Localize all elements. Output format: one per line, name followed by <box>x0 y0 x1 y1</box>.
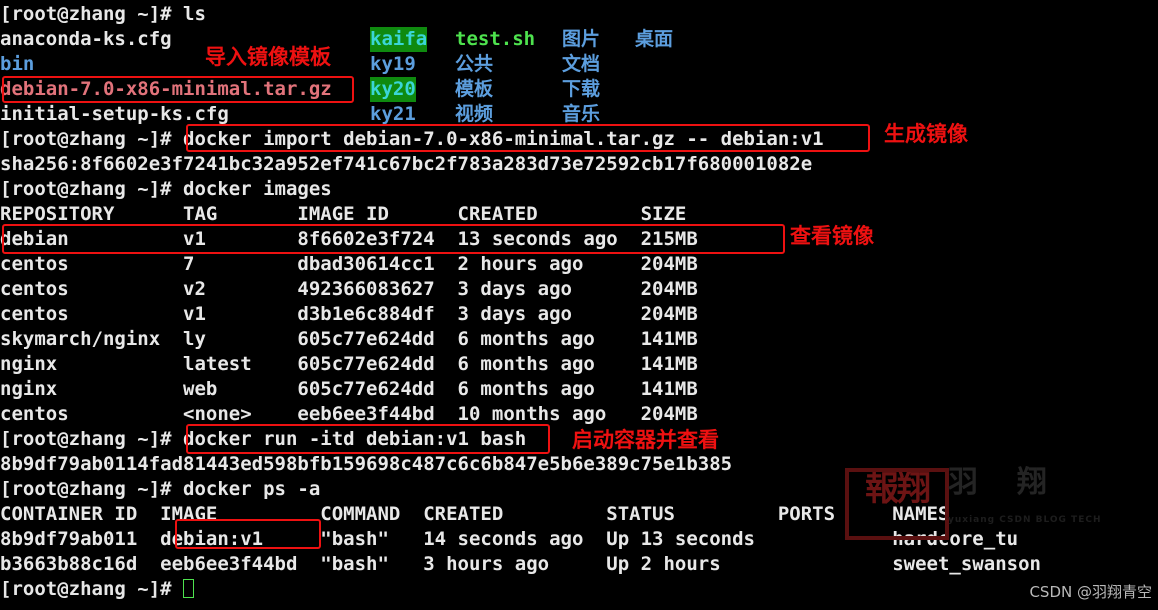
terminal-text: b3663b88c16d eeb6ee3f44bd "bash" 3 hours… <box>0 553 1041 575</box>
terminal-text: anaconda-ks.cfg <box>0 28 172 50</box>
annotation-label: 导入镜像模板 <box>205 45 331 69</box>
terminal-line: debian-7.0-x86-minimal.tar.gz <box>0 77 332 102</box>
ls-entry: 音乐 <box>562 103 601 125</box>
terminal-text: [root@zhang ~]# docker import debian-7.0… <box>0 128 824 150</box>
terminal-line: CONTAINER ID IMAGE COMMAND CREATED STATU… <box>0 502 949 527</box>
prompt-text: [root@zhang ~]# <box>0 578 184 600</box>
terminal-text: centos <none> eeb6ee3f44bd 10 months ago… <box>0 403 698 425</box>
terminal-line: debian v1 8f6602e3f724 13 seconds ago 21… <box>0 227 698 252</box>
terminal-text: [root@zhang ~]# docker run -itd debian:v… <box>0 428 527 450</box>
ls-entry: 图片 <box>562 28 601 50</box>
ls-entry: 桌面 <box>635 28 674 50</box>
terminal-text: initial-setup-ks.cfg <box>0 103 229 125</box>
terminal-line: [root@zhang ~]# docker run -itd debian:v… <box>0 427 526 452</box>
terminal-text: [root@zhang ~]# ls <box>0 3 206 25</box>
annotation-label: 启动容器并查看 <box>572 428 719 452</box>
terminal-text: debian v1 8f6602e3f724 13 seconds ago 21… <box>0 228 698 250</box>
terminal-line: sha256:8f6602e3f7241bc32a952ef741c67bc2f… <box>0 152 812 177</box>
terminal-text: debian-7.0-x86-minimal.tar.gz <box>0 78 332 100</box>
watermark-brand: 羽 翔 <box>948 465 1053 500</box>
annotation-label: 生成镜像 <box>884 122 968 146</box>
terminal-text: centos v1 d3b1e6c884df 3 days ago 204MB <box>0 303 698 325</box>
terminal-text: REPOSITORY TAG IMAGE ID CREATED SIZE <box>0 203 687 225</box>
terminal-line: [root@zhang ~]# docker images <box>0 177 332 202</box>
terminal-line: centos 7 dbad30614cc1 2 hours ago 204MB <box>0 252 698 277</box>
watermark-brand-subtitle: yuxiang CSDN BLOG TECH <box>948 515 1102 525</box>
ls-entry: 视频 <box>455 103 494 125</box>
terminal-line: nginx latest 605c77e624dd 6 months ago 1… <box>0 352 698 377</box>
terminal-text: 8b9df79ab0114fad81443ed598bfb159698c487c… <box>0 453 733 475</box>
terminal-text: bin <box>0 53 35 75</box>
text-cursor <box>183 579 195 598</box>
ls-entry: 公共 <box>455 53 494 75</box>
terminal-text: nginx latest 605c77e624dd 6 months ago 1… <box>0 353 698 375</box>
terminal-line: 8b9df79ab0114fad81443ed598bfb159698c487c… <box>0 452 732 477</box>
ls-entry: 文档 <box>562 53 601 75</box>
ls-entry: ky20 <box>370 77 416 102</box>
terminal-text: CONTAINER ID IMAGE COMMAND CREATED STATU… <box>0 503 950 525</box>
ls-entry: ky19 <box>370 53 416 75</box>
terminal-text: centos v2 492366083627 3 days ago 204MB <box>0 278 698 300</box>
terminal-line: bin <box>0 52 34 77</box>
annotation-label: 查看镜像 <box>790 224 874 248</box>
terminal-text: [root@zhang ~]# docker images <box>0 178 332 200</box>
terminal-text: [root@zhang ~]# docker ps -a <box>0 478 321 500</box>
terminal-line: REPOSITORY TAG IMAGE ID CREATED SIZE <box>0 202 686 227</box>
terminal-text: skymarch/nginx ly 605c77e624dd 6 months … <box>0 328 698 350</box>
terminal-line: skymarch/nginx ly 605c77e624dd 6 months … <box>0 327 698 352</box>
terminal-line: [root@zhang ~]# docker ps -a <box>0 477 320 502</box>
terminal-line: centos v2 492366083627 3 days ago 204MB <box>0 277 698 302</box>
terminal-text: sha256:8f6602e3f7241bc32a952ef741c67bc2f… <box>0 153 813 175</box>
ls-entry: kaifa <box>370 27 428 52</box>
terminal-line: b3663b88c16d eeb6ee3f44bd "bash" 3 hours… <box>0 552 1041 577</box>
ls-entry: 下载 <box>562 78 601 100</box>
shell-prompt-active[interactable]: [root@zhang ~]# <box>0 577 195 602</box>
terminal-line: [root@zhang ~]# docker import debian-7.0… <box>0 127 824 152</box>
seal-glyph: 報翔 <box>865 469 931 509</box>
terminal-text: nginx web 605c77e624dd 6 months ago 141M… <box>0 378 698 400</box>
terminal-line: centos v1 d3b1e6c884df 3 days ago 204MB <box>0 302 698 327</box>
terminal-line: initial-setup-ks.cfg <box>0 102 229 127</box>
terminal-line: nginx web 605c77e624dd 6 months ago 141M… <box>0 377 698 402</box>
ls-entry: ky21 <box>370 103 416 125</box>
terminal-line: anaconda-ks.cfg <box>0 27 172 52</box>
terminal-window[interactable]: [root@zhang ~]# ls anaconda-ks.cfg bin debi… <box>0 0 1158 610</box>
terminal-line: [root@zhang ~]# ls <box>0 2 206 27</box>
ls-entry: test.sh <box>455 28 536 50</box>
terminal-line: centos <none> eeb6ee3f44bd 10 months ago… <box>0 402 698 427</box>
terminal-text: centos 7 dbad30614cc1 2 hours ago 204MB <box>0 253 698 275</box>
ls-entry: 模板 <box>455 78 494 100</box>
csdn-attribution: CSDN @羽翔青空 <box>1029 583 1152 601</box>
watermark-seal-icon: 報翔 <box>845 468 949 540</box>
